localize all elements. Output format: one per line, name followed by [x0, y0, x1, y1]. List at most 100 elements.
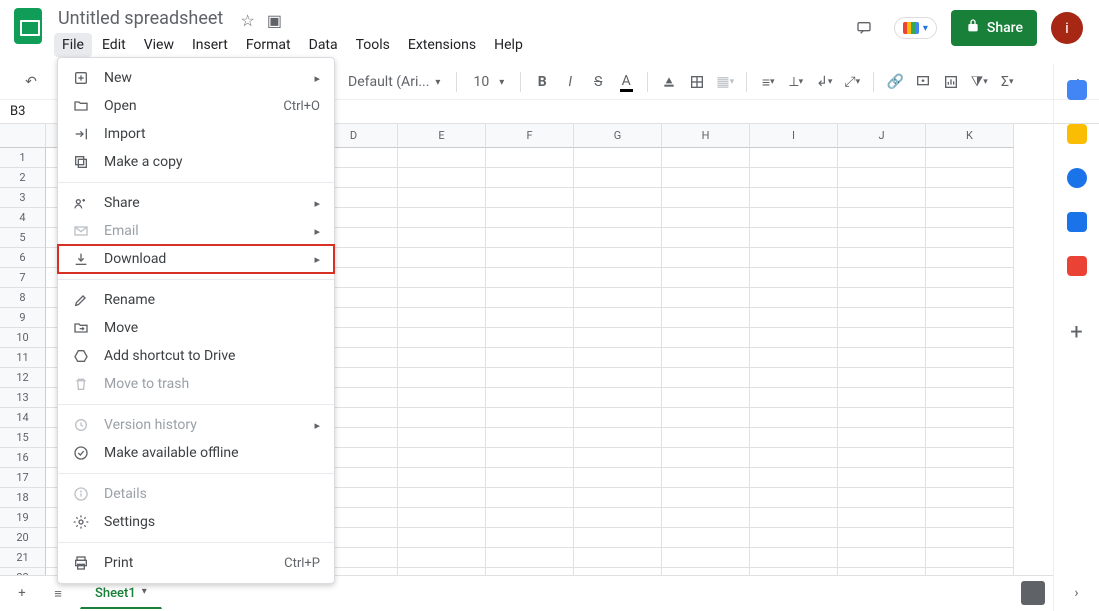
cell[interactable] [574, 208, 662, 228]
column-header[interactable]: I [750, 124, 838, 148]
cell[interactable] [574, 448, 662, 468]
menu-extensions[interactable]: Extensions [400, 33, 484, 57]
cell[interactable] [662, 468, 750, 488]
cell[interactable] [662, 508, 750, 528]
calendar-icon[interactable] [1067, 80, 1087, 100]
cell[interactable] [838, 508, 926, 528]
cell[interactable] [750, 248, 838, 268]
h-align-icon[interactable]: ≡▾ [757, 70, 779, 94]
cell[interactable] [574, 288, 662, 308]
cell[interactable] [750, 488, 838, 508]
cell[interactable] [838, 368, 926, 388]
cell[interactable] [574, 408, 662, 428]
cell[interactable] [750, 208, 838, 228]
share-button[interactable]: Share [951, 10, 1037, 46]
row-header[interactable]: 21 [0, 548, 46, 568]
cell[interactable] [486, 528, 574, 548]
filter-icon[interactable]: ⧩▾ [968, 70, 990, 94]
cell[interactable] [750, 188, 838, 208]
cell[interactable] [750, 388, 838, 408]
bold-icon[interactable]: B [531, 70, 553, 94]
row-header[interactable]: 10 [0, 328, 46, 348]
menu-item-open[interactable]: OpenCtrl+O [58, 92, 334, 120]
cell[interactable] [398, 328, 486, 348]
cell[interactable] [486, 228, 574, 248]
cell[interactable] [838, 548, 926, 568]
cell[interactable] [398, 388, 486, 408]
text-color-icon[interactable]: A [615, 70, 637, 94]
cell[interactable] [926, 288, 1014, 308]
cell[interactable] [486, 288, 574, 308]
cell[interactable] [486, 428, 574, 448]
cell[interactable] [398, 368, 486, 388]
cell[interactable] [398, 508, 486, 528]
cell[interactable] [926, 448, 1014, 468]
row-header[interactable]: 14 [0, 408, 46, 428]
cell[interactable] [750, 468, 838, 488]
insert-comment-icon[interactable] [912, 70, 934, 94]
cell[interactable] [838, 208, 926, 228]
cell[interactable] [838, 308, 926, 328]
cell[interactable] [926, 168, 1014, 188]
functions-icon[interactable]: Σ▾ [996, 70, 1018, 94]
menu-item-rename[interactable]: Rename [58, 286, 334, 314]
menu-item-make-a-copy[interactable]: Make a copy [58, 148, 334, 176]
cell[interactable] [926, 148, 1014, 168]
font-size-select[interactable]: 10 ▾ [467, 70, 510, 94]
sheets-logo[interactable] [8, 6, 48, 46]
cell[interactable] [838, 328, 926, 348]
cell[interactable] [486, 348, 574, 368]
row-header[interactable]: 22 [0, 568, 46, 575]
cell[interactable] [398, 348, 486, 368]
row-header[interactable]: 1 [0, 148, 46, 168]
cell[interactable] [926, 508, 1014, 528]
cell[interactable] [926, 228, 1014, 248]
cell[interactable] [838, 228, 926, 248]
fill-color-icon[interactable] [658, 70, 680, 94]
cell[interactable] [398, 428, 486, 448]
menu-item-download[interactable]: Download▸ [58, 245, 334, 273]
column-header[interactable]: F [486, 124, 574, 148]
cell[interactable] [926, 568, 1014, 575]
cell[interactable] [750, 268, 838, 288]
row-header[interactable]: 12 [0, 368, 46, 388]
menu-item-print[interactable]: PrintCtrl+P [58, 549, 334, 577]
font-select[interactable]: Default (Ari... ▾ [342, 70, 446, 94]
row-header[interactable]: 7 [0, 268, 46, 288]
row-header[interactable]: 17 [0, 468, 46, 488]
cell[interactable] [574, 188, 662, 208]
contacts-icon[interactable] [1067, 212, 1087, 232]
cell[interactable] [486, 188, 574, 208]
cell[interactable] [750, 308, 838, 328]
cell[interactable] [750, 368, 838, 388]
cell[interactable] [398, 168, 486, 188]
rotate-text-icon[interactable]: ⤢▾ [841, 70, 863, 94]
keep-icon[interactable] [1067, 124, 1087, 144]
cell[interactable] [838, 568, 926, 575]
column-header[interactable]: G [574, 124, 662, 148]
cell[interactable] [486, 408, 574, 428]
column-header[interactable]: E [398, 124, 486, 148]
row-header[interactable]: 9 [0, 308, 46, 328]
document-title[interactable]: Untitled spreadsheet [52, 6, 229, 31]
addons-plus-icon[interactable]: + [1070, 320, 1082, 345]
row-header[interactable]: 4 [0, 208, 46, 228]
cell[interactable] [662, 488, 750, 508]
row-header[interactable]: 20 [0, 528, 46, 548]
row-header[interactable]: 11 [0, 348, 46, 368]
cell[interactable] [662, 268, 750, 288]
comments-icon[interactable] [848, 12, 880, 44]
cell[interactable] [574, 548, 662, 568]
row-header[interactable]: 5 [0, 228, 46, 248]
cell[interactable] [398, 408, 486, 428]
cell[interactable] [662, 568, 750, 575]
merge-cells-icon[interactable]: ▦▾ [714, 70, 736, 94]
cell[interactable] [662, 368, 750, 388]
cell[interactable] [574, 428, 662, 448]
cell[interactable] [838, 168, 926, 188]
cell[interactable] [574, 308, 662, 328]
cell[interactable] [838, 348, 926, 368]
cell[interactable] [926, 388, 1014, 408]
row-header[interactable]: 6 [0, 248, 46, 268]
cell[interactable] [838, 148, 926, 168]
